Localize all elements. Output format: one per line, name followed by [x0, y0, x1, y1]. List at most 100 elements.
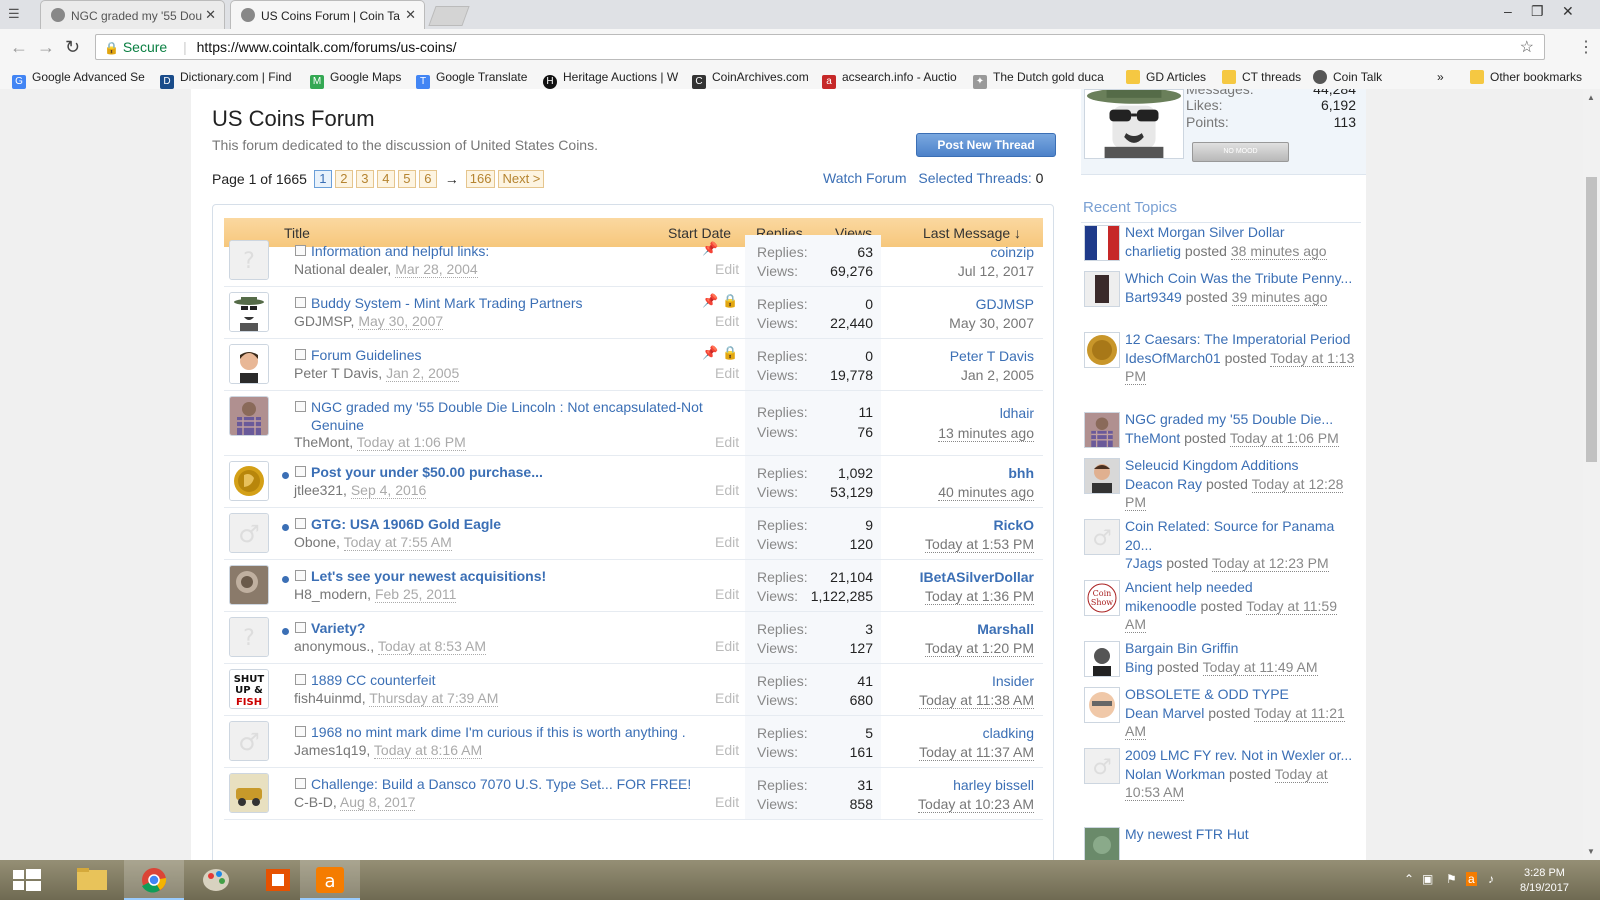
recent-topic-user-link[interactable]: Bart9349	[1125, 289, 1182, 305]
last-message-time[interactable]: Today at 11:38 AM	[919, 692, 1034, 709]
page-link[interactable]: 1	[313, 170, 332, 188]
avatar[interactable]	[229, 461, 269, 501]
thread-author-link[interactable]: Peter T Davis	[294, 365, 378, 381]
last-message-time[interactable]: Jul 12, 2017	[958, 263, 1034, 279]
last-message-time[interactable]: May 30, 2007	[949, 315, 1034, 331]
recent-topic-user-link[interactable]: TheMont	[1125, 430, 1180, 446]
file-explorer-button[interactable]	[62, 860, 122, 900]
new-tab-button[interactable]	[428, 6, 470, 26]
recent-topic-user-link[interactable]: Dean Marvel	[1125, 705, 1204, 721]
reload-icon[interactable]: ↻	[65, 37, 80, 58]
thread-start-date[interactable]: May 30, 2007	[358, 313, 444, 330]
avatar[interactable]	[1084, 332, 1120, 368]
recent-topic-user-link[interactable]: charlietig	[1125, 243, 1181, 259]
edit-link[interactable]: Edit	[715, 434, 739, 450]
thread-title-link[interactable]: NGC graded my '55 Double Die Lincoln : N…	[311, 398, 751, 434]
mood-badge[interactable]: NO MOOD	[1192, 142, 1289, 162]
thread-select-checkbox[interactable]	[295, 674, 306, 685]
thread-select-checkbox[interactable]	[295, 401, 306, 412]
recent-topic-time[interactable]: 38 minutes ago	[1230, 242, 1327, 260]
edit-link[interactable]: Edit	[715, 638, 739, 654]
next-page-link[interactable]: Next >	[498, 170, 545, 188]
recent-topic-title-link[interactable]: Which Coin Was the Tribute Penny...	[1125, 269, 1357, 288]
network-icon[interactable]: ▣	[1422, 872, 1433, 886]
edit-link[interactable]: Edit	[715, 365, 739, 381]
avatar[interactable]	[1084, 458, 1120, 494]
thread-start-date[interactable]: Sep 4, 2016	[350, 482, 427, 499]
bookmark-google-maps[interactable]: M Google Maps	[310, 70, 401, 89]
recent-topic-time[interactable]: Today at 12:23 PM	[1211, 555, 1329, 572]
thread-select-checkbox[interactable]	[295, 518, 306, 529]
thread-title-link[interactable]: Variety?	[311, 619, 751, 637]
tray-chevron-icon[interactable]: ⌃	[1404, 872, 1414, 886]
thread-start-date[interactable]: Feb 25, 2011	[374, 586, 457, 603]
thread-start-date[interactable]: Today at 8:16 AM	[373, 742, 483, 759]
last-message-time[interactable]: Today at 1:53 PM	[925, 536, 1034, 553]
unread-indicator-icon[interactable]	[282, 628, 289, 635]
recent-topic-title-link[interactable]: Coin Related: Source for Panama 20...	[1125, 517, 1357, 554]
avatar[interactable]	[1084, 412, 1120, 448]
recent-topic-title-link[interactable]: 2009 LMC FY rev. Not in Wexler or...	[1125, 746, 1357, 765]
bookmark-ct-threads[interactable]: CT threads	[1222, 70, 1301, 84]
thread-select-checkbox[interactable]	[295, 622, 306, 633]
recent-topic-title-link[interactable]: Seleucid Kingdom Additions	[1125, 456, 1357, 475]
page-link[interactable]: 166	[465, 170, 496, 188]
office-button[interactable]	[248, 860, 308, 900]
avatar[interactable]	[1084, 225, 1120, 261]
avatar[interactable]	[229, 344, 269, 384]
avatar[interactable]	[1084, 641, 1120, 677]
thread-title-link[interactable]: 1889 CC counterfeit	[311, 671, 751, 689]
recent-topic-user-link[interactable]: Nolan Workman	[1125, 766, 1225, 782]
close-tab-icon[interactable]: ✕	[205, 7, 216, 23]
thread-start-date[interactable]: Today at 1:06 PM	[356, 434, 466, 451]
last-message-user-link[interactable]: ldhair	[1000, 405, 1034, 421]
selected-threads-link[interactable]: Selected Threads: 0	[918, 170, 1043, 186]
last-message-time[interactable]: Jan 2, 2005	[961, 367, 1034, 383]
recent-topic-time[interactable]: Today at 1:06 PM	[1229, 429, 1339, 447]
unread-indicator-icon[interactable]	[282, 576, 289, 583]
post-new-thread-button[interactable]: Post New Thread	[916, 133, 1056, 157]
tab-ngc[interactable]: NGC graded my '55 Dou ✕	[40, 0, 225, 29]
thread-title-link[interactable]: Forum Guidelines	[311, 346, 751, 364]
last-message-time[interactable]: Today at 11:37 AM	[919, 744, 1034, 761]
thread-start-date[interactable]: Jan 2, 2005	[386, 365, 460, 382]
last-message-user-link[interactable]: Peter T Davis	[950, 348, 1034, 364]
recent-topic-user-link[interactable]: IdesOfMarch01	[1125, 350, 1221, 366]
bookmark-acsearch[interactable]: a acsearch.info - Auctio	[822, 70, 957, 89]
forward-icon[interactable]: →	[37, 37, 55, 58]
address-bar[interactable]: 🔒 Secure | https://www.cointalk.com/foru…	[95, 34, 1545, 60]
thread-author-link[interactable]: GDJMSP	[294, 313, 351, 329]
thread-select-checkbox[interactable]	[295, 466, 306, 477]
recent-topic-user-link[interactable]: Bing	[1125, 659, 1153, 675]
thread-start-date[interactable]: Thursday at 7:39 AM	[369, 690, 499, 707]
avatar[interactable]: ♂	[229, 721, 269, 761]
recent-topic-title-link[interactable]: 12 Caesars: The Imperatorial Period	[1125, 330, 1357, 349]
last-message-time[interactable]: Today at 1:20 PM	[925, 640, 1034, 657]
avatar[interactable]: SHUT UP & FISH	[229, 669, 269, 709]
bookmark-google-advanced[interactable]: G Google Advanced Se	[12, 70, 145, 89]
recent-topic-user-link[interactable]: Deacon Ray	[1125, 476, 1202, 492]
avatar[interactable]	[1084, 271, 1120, 307]
avatar[interactable]	[1084, 827, 1120, 860]
thread-author-link[interactable]: H8_modern	[294, 586, 367, 602]
avatar[interactable]: ♂	[229, 513, 269, 553]
thread-select-checkbox[interactable]	[295, 778, 306, 789]
chrome-button[interactable]	[124, 860, 184, 900]
thread-title-link[interactable]: GTG: USA 1906D Gold Eagle	[311, 515, 751, 533]
avatar[interactable]	[229, 292, 269, 332]
page-link[interactable]: 6	[418, 170, 437, 188]
avatar[interactable]	[1084, 687, 1120, 723]
avatar[interactable]	[1084, 89, 1184, 159]
page-link[interactable]: 5	[397, 170, 416, 188]
edit-link[interactable]: Edit	[715, 794, 739, 810]
scroll-up-icon[interactable]: ▲	[1587, 93, 1595, 102]
last-message-user-link[interactable]: Marshall	[977, 621, 1034, 637]
close-window-icon[interactable]: ✕	[1562, 3, 1574, 20]
close-tab-icon[interactable]: ✕	[405, 7, 416, 23]
thread-author-link[interactable]: fish4uinmd	[294, 690, 362, 706]
page-link[interactable]: 4	[376, 170, 395, 188]
thread-title-link[interactable]: Information and helpful links:	[311, 242, 751, 260]
thread-select-checkbox[interactable]	[295, 297, 306, 308]
last-message-user-link[interactable]: bhh	[1008, 465, 1034, 481]
thread-select-checkbox[interactable]	[295, 726, 306, 737]
